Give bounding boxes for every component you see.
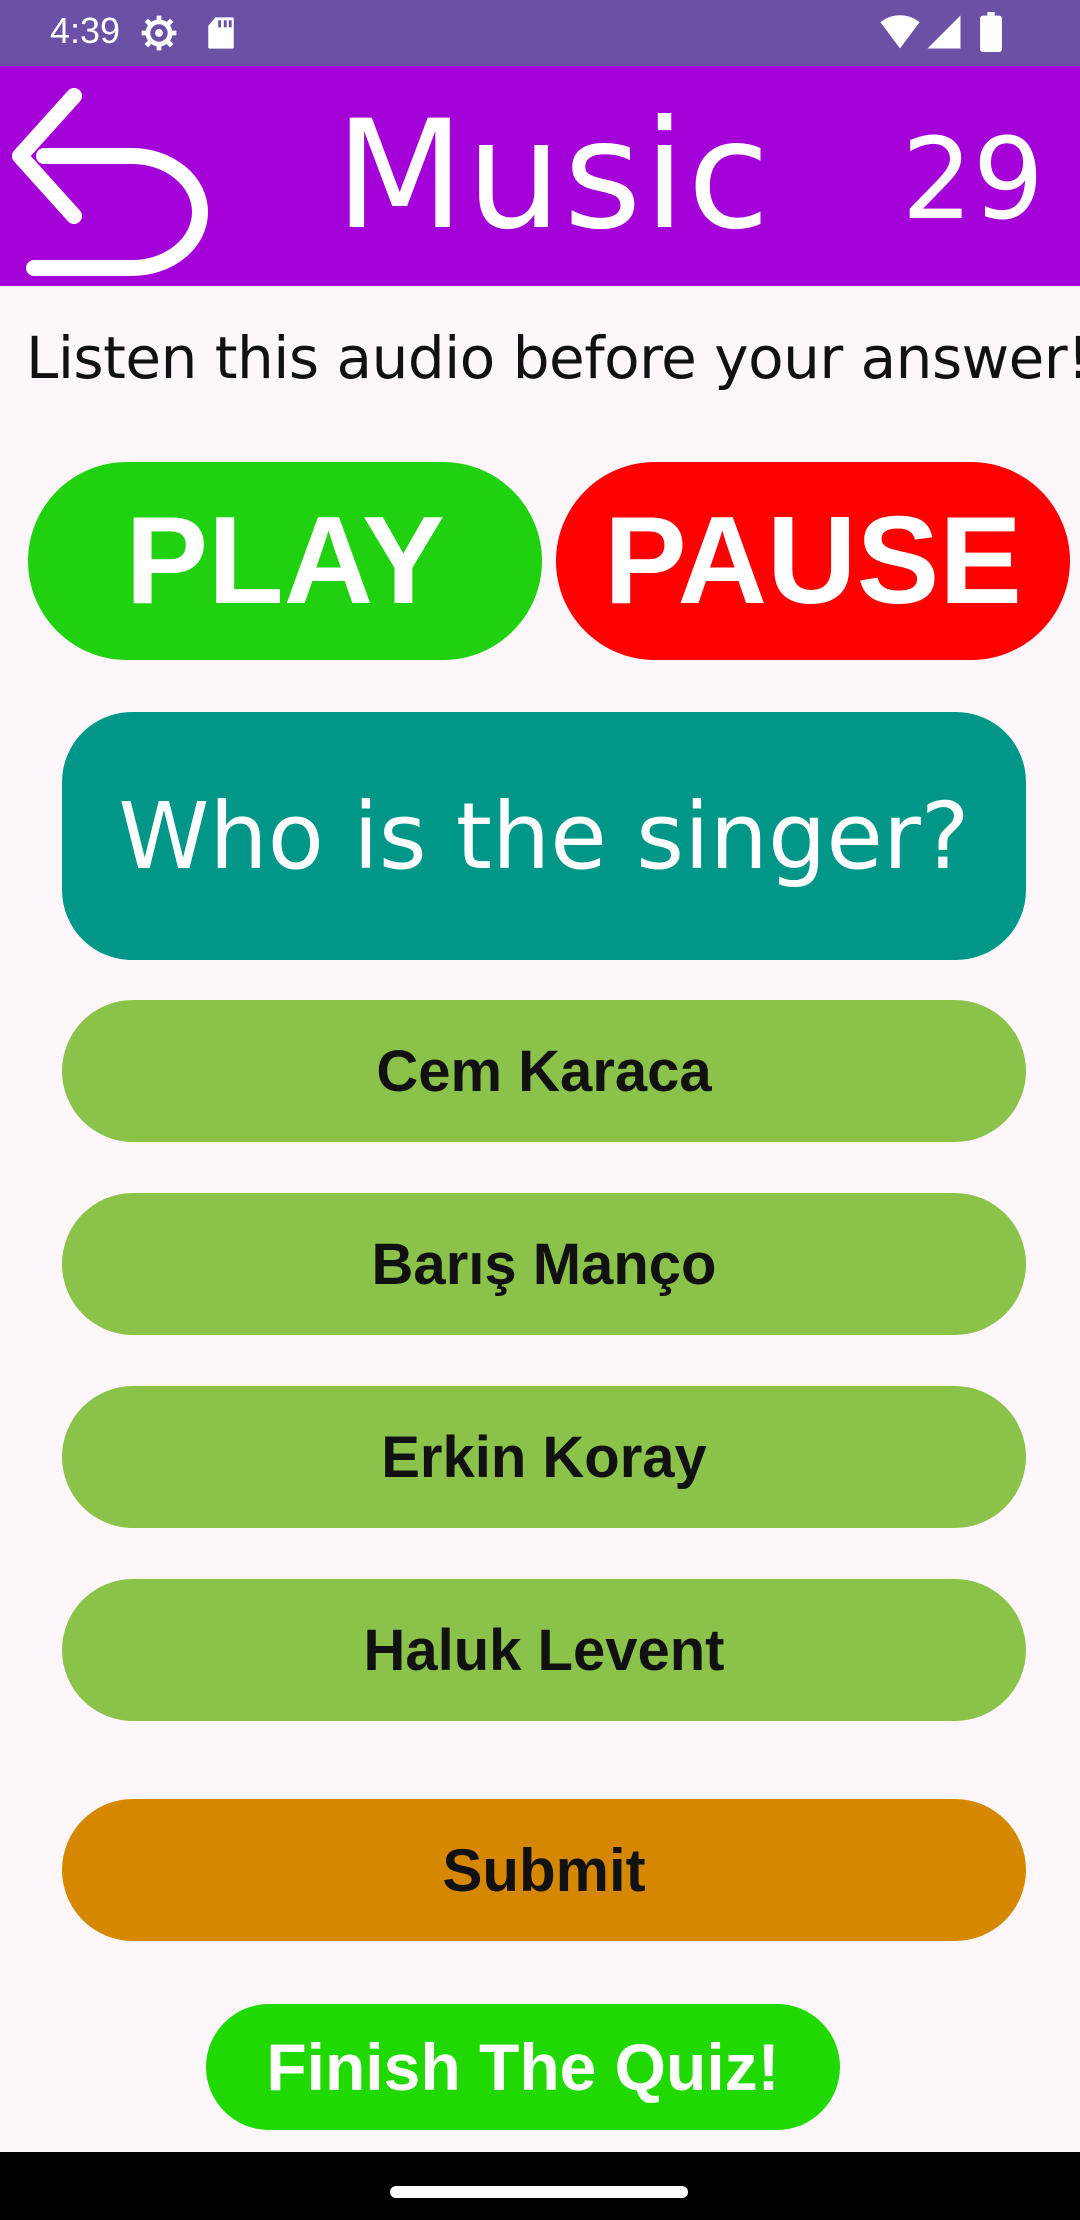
sd-card-icon (208, 17, 234, 49)
back-arrow-icon[interactable] (12, 76, 212, 276)
status-time: 4:39 (50, 10, 121, 51)
play-button[interactable]: PLAY (28, 462, 542, 660)
instruction-text: Listen this audio before your answer! (26, 324, 1080, 392)
submit-button[interactable]: Submit (62, 1799, 1026, 1941)
answer-option-1[interactable]: Cem Karaca (62, 1000, 1026, 1142)
pause-button[interactable]: PAUSE (556, 462, 1070, 660)
question-card: Who is the singer? (62, 712, 1026, 960)
app-bar: Music 29 (0, 66, 1080, 286)
answer-option-2[interactable]: Barış Manço (62, 1193, 1026, 1335)
gear-icon (141, 15, 177, 51)
status-bar: 4:39 (0, 0, 1080, 66)
countdown-timer: 29 (901, 115, 1044, 245)
finish-quiz-button[interactable]: Finish The Quiz! (206, 2004, 840, 2130)
answer-option-3[interactable]: Erkin Koray (62, 1386, 1026, 1528)
page-title: Music (335, 89, 772, 263)
answer-option-4[interactable]: Haluk Levent (62, 1579, 1026, 1721)
home-gesture-handle[interactable] (390, 2186, 688, 2198)
navigation-bar (0, 2152, 1080, 2220)
wifi-icon (880, 15, 920, 49)
signal-icon (927, 15, 961, 49)
battery-icon (980, 12, 1002, 52)
